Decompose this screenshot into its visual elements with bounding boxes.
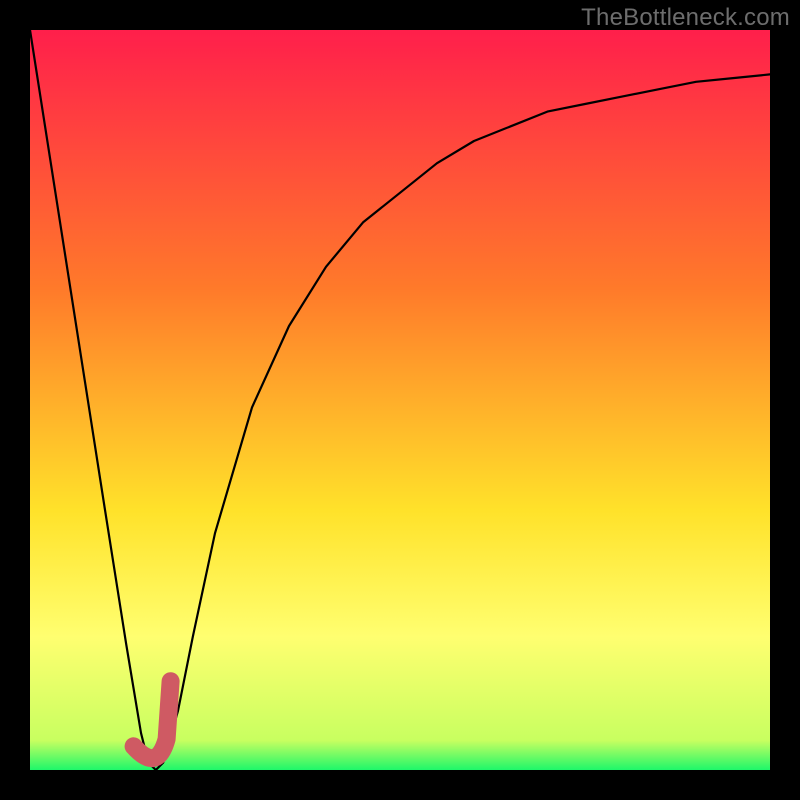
gradient-background (30, 30, 770, 770)
watermark-text: TheBottleneck.com (581, 4, 790, 32)
chart-canvas (30, 30, 770, 770)
plot-area (30, 30, 770, 770)
chart-frame: TheBottleneck.com (0, 0, 800, 800)
